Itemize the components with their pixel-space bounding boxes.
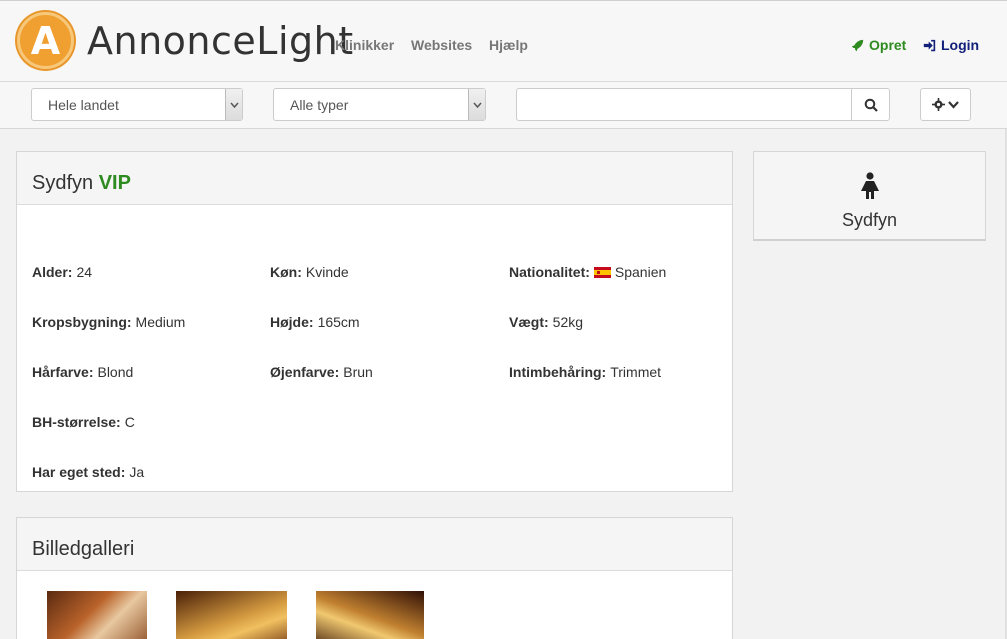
- chevron-down-icon: [225, 89, 242, 120]
- spain-flag-icon: [593, 266, 611, 278]
- attr-hoejde: Højde: 165cm: [270, 314, 360, 330]
- opret-link[interactable]: Opret: [851, 37, 906, 53]
- attr-har-eget-sted: Har eget sted: Ja: [32, 464, 145, 480]
- search-button[interactable]: [851, 88, 890, 121]
- settings-dropdown-button[interactable]: [920, 88, 971, 121]
- gallery-panel: Billedgalleri: [16, 517, 733, 639]
- attr-alder: Alder: 24: [32, 264, 93, 280]
- search-icon: [864, 98, 878, 112]
- opret-label: Opret: [869, 37, 907, 53]
- top-navbar: A AnnonceLight Klinikker Websites Hjælp …: [0, 0, 1007, 82]
- gear-icon: [932, 98, 945, 111]
- chevron-down-icon: [468, 89, 485, 120]
- nav-klinikker[interactable]: Klinikker: [335, 37, 394, 53]
- gallery-thumb-2[interactable]: [176, 591, 287, 639]
- chevron-down-icon: [948, 100, 959, 109]
- attr-kropsbygning: Kropsbygning: Medium: [32, 314, 186, 330]
- type-select[interactable]: Alle typer: [273, 88, 486, 121]
- gallery-thumb-3[interactable]: [316, 591, 424, 639]
- attr-oejenfarve: Øjenfarve: Brun: [270, 364, 373, 380]
- search-input[interactable]: [516, 88, 852, 121]
- profile-panel: Sydfyn VIP Alder: 24 Køn: Kvinde Nationali…: [16, 151, 733, 492]
- nav-websites[interactable]: Websites: [411, 37, 472, 53]
- profile-title: Sydfyn VIP: [17, 152, 732, 205]
- rocket-icon: [851, 39, 864, 51]
- gallery-thumb-1[interactable]: [47, 591, 147, 639]
- nav-hjaelp[interactable]: Hjælp: [489, 37, 528, 53]
- attr-koen: Køn: Kvinde: [270, 264, 349, 280]
- vip-badge: VIP: [98, 172, 131, 194]
- brand-name[interactable]: AnnonceLight: [87, 19, 354, 63]
- attr-haarfarve: Hårfarve: Blond: [32, 364, 134, 380]
- attr-nationalitet: Nationalitet: Spanien: [509, 264, 667, 280]
- filter-bar: Hele landet Alle typer: [0, 82, 1007, 129]
- logo-icon[interactable]: A: [17, 12, 74, 69]
- gallery-title: Billedgalleri: [17, 518, 732, 571]
- female-icon: [861, 172, 879, 199]
- location-card[interactable]: Sydfyn: [753, 151, 986, 241]
- location-label: Sydfyn: [841, 210, 898, 230]
- attr-vaegt: Vægt: 52kg: [509, 314, 584, 330]
- login-label: Login: [941, 37, 980, 53]
- attr-intimbehaaring: Intimbehåring: Trimmet: [509, 364, 662, 380]
- login-link[interactable]: Login: [923, 37, 979, 53]
- attr-bh-stoerrelse: BH-størrelse: C: [32, 414, 135, 430]
- region-select[interactable]: Hele landet: [31, 88, 243, 121]
- sign-in-icon: [923, 39, 936, 51]
